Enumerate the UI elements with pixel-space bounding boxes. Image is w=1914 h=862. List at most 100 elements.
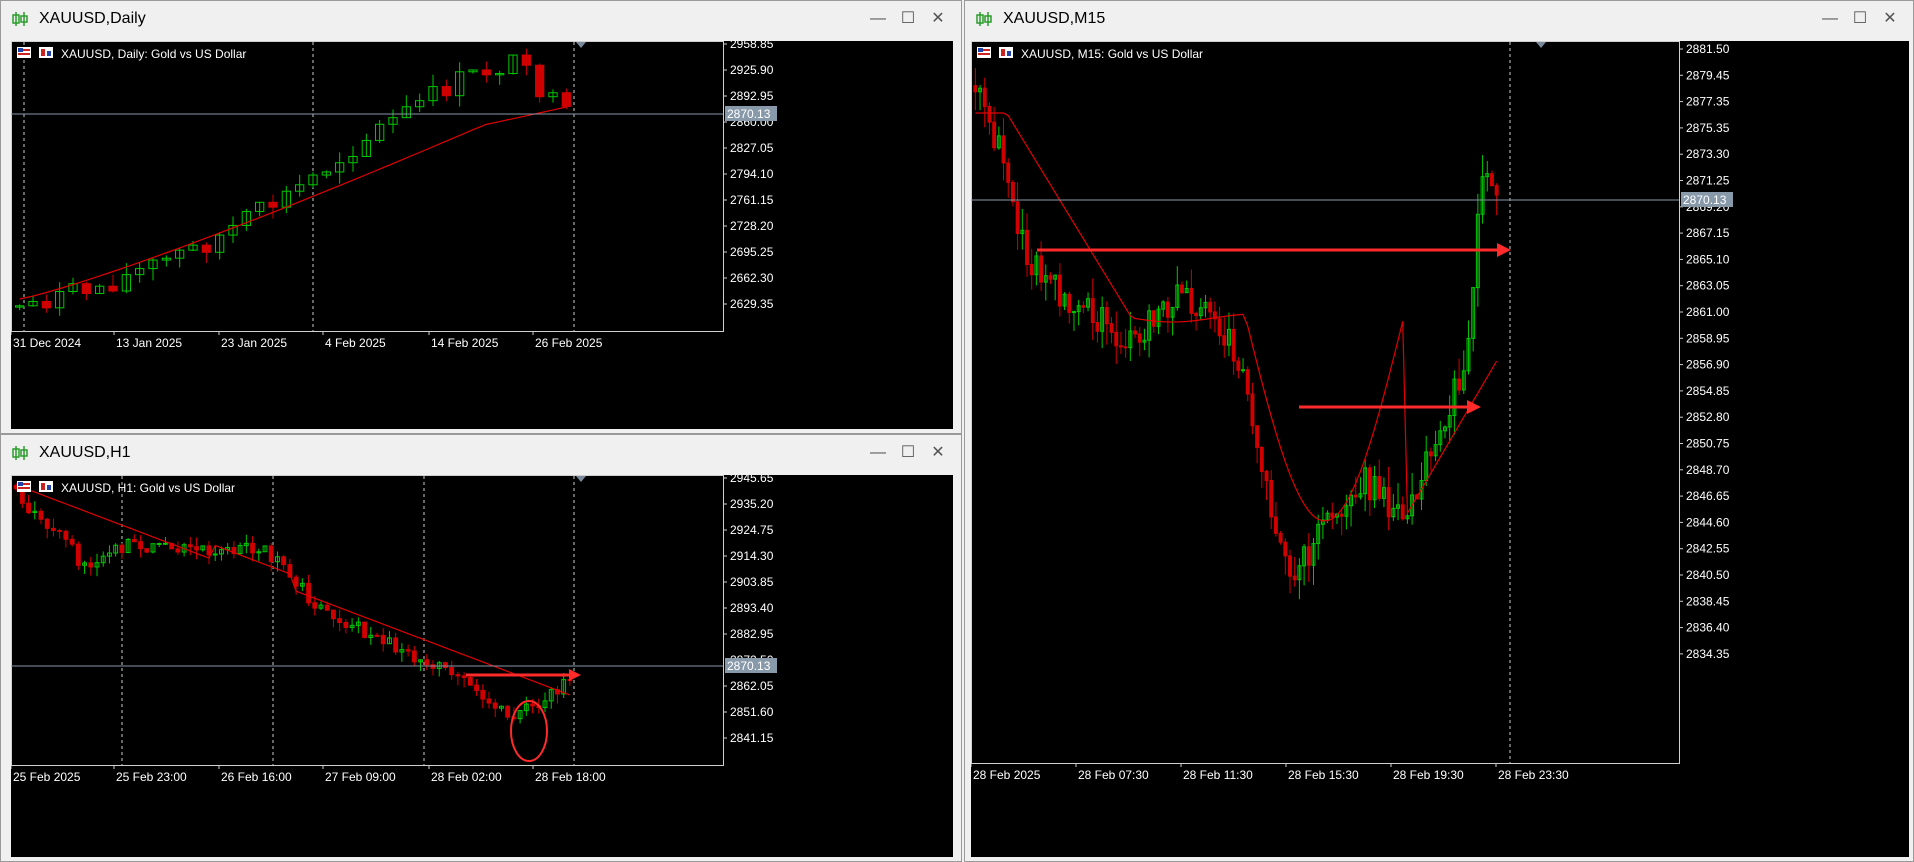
candle xyxy=(1273,501,1278,537)
x-axis-label: 26 Feb 2025 xyxy=(535,336,603,350)
candle xyxy=(455,62,465,107)
daily-chart-area[interactable]: XAUUSD, Daily: Gold vs US Dollar 2958.85 2… xyxy=(11,41,953,429)
candle xyxy=(1381,477,1386,508)
m15-chart-area[interactable]: XAUUSD, M15: Gold vs US Dollar 2881.50 287… xyxy=(971,41,1909,857)
candle xyxy=(119,543,125,560)
candle xyxy=(32,501,38,520)
y-axis-label: 2865.10 xyxy=(1686,252,1730,266)
candle xyxy=(1391,494,1396,521)
candle xyxy=(561,673,567,699)
flag-canton xyxy=(978,48,983,52)
x-axis-label: 25 Feb 23:00 xyxy=(116,770,187,784)
candle xyxy=(262,545,268,553)
candle xyxy=(94,553,100,577)
close-icon[interactable]: ✕ xyxy=(1879,9,1901,29)
candle xyxy=(1198,298,1203,321)
minimize-icon[interactable]: — xyxy=(1819,9,1841,29)
chart-symbol-label: XAUUSD, M15: Gold vs US Dollar xyxy=(1021,47,1203,61)
x-axis-label: 28 Feb 19:30 xyxy=(1393,768,1464,782)
y-axis-label: 2852.80 xyxy=(1686,410,1730,424)
candle xyxy=(1100,296,1105,349)
candle xyxy=(1226,312,1231,357)
candle xyxy=(237,542,243,555)
close-icon[interactable]: ✕ xyxy=(927,9,949,29)
y-axis-label: 2844.60 xyxy=(1686,515,1730,529)
daily-chart-window[interactable]: XAUUSD,Daily — ☐ ✕ XAUUSD, Daily: Gold v… xyxy=(0,0,962,434)
candle xyxy=(308,171,318,188)
candle xyxy=(499,705,504,712)
flag-stripe xyxy=(18,487,30,489)
candle xyxy=(1438,420,1443,452)
candle xyxy=(268,194,278,219)
candle xyxy=(982,77,987,128)
candle xyxy=(1123,328,1128,358)
candle xyxy=(337,609,343,632)
window-titlebar[interactable]: XAUUSD,Daily — ☐ ✕ xyxy=(1,1,961,37)
candle xyxy=(1269,470,1274,529)
candle xyxy=(194,537,199,560)
candle xyxy=(361,133,371,157)
candle xyxy=(1236,356,1241,379)
y-axis-label: 2856.90 xyxy=(1686,358,1730,372)
candle xyxy=(38,508,44,525)
maximize-icon[interactable]: ☐ xyxy=(897,443,919,463)
price-tag-label: 2870.13 xyxy=(1683,193,1727,207)
minimize-icon[interactable]: — xyxy=(867,9,889,29)
candle xyxy=(449,660,455,680)
candle xyxy=(321,170,331,179)
h1-price-chart[interactable]: XAUUSD, H1: Gold vs US Dollar 2945.65 2935… xyxy=(11,475,953,857)
chart-icon-bar xyxy=(1001,49,1005,56)
candle xyxy=(1377,459,1382,502)
flag-canton xyxy=(18,482,23,486)
candle xyxy=(348,146,358,172)
candle xyxy=(430,659,436,676)
candle xyxy=(505,704,511,721)
candle xyxy=(1165,296,1170,333)
y-axis-label: 2893.40 xyxy=(730,601,774,615)
shift-marker xyxy=(1536,42,1546,48)
minimize-icon[interactable]: — xyxy=(867,443,889,463)
candle xyxy=(69,535,75,547)
candle xyxy=(1048,272,1053,284)
candle xyxy=(480,684,486,709)
candle xyxy=(996,126,1001,150)
candle xyxy=(521,48,531,76)
candle xyxy=(281,555,287,570)
m15-price-chart[interactable]: XAUUSD, M15: Gold vs US Dollar 2881.50 287… xyxy=(971,41,1909,857)
candle xyxy=(1104,301,1109,345)
candle xyxy=(1086,292,1091,312)
candle xyxy=(250,536,255,562)
m15-chart-window[interactable]: XAUUSD,M15 — ☐ ✕ XAUUSD, M15: Gold vs US… xyxy=(964,0,1914,862)
shift-marker xyxy=(576,42,586,48)
candle xyxy=(495,70,505,85)
close-icon[interactable]: ✕ xyxy=(927,443,949,463)
candle xyxy=(1128,311,1133,361)
h1-chart-window[interactable]: XAUUSD,H1 — ☐ ✕ XAUUSD, H1: Gold vs US D… xyxy=(0,434,962,862)
y-axis-label: 2935.20 xyxy=(730,497,774,511)
candle xyxy=(1494,183,1499,216)
window-titlebar[interactable]: XAUUSD,H1 — ☐ ✕ xyxy=(1,435,961,471)
candle xyxy=(481,61,491,83)
window-title: XAUUSD,H1 xyxy=(39,444,131,461)
x-axis-label: 14 Feb 2025 xyxy=(431,336,499,350)
candle xyxy=(57,528,63,539)
candle xyxy=(1316,514,1321,560)
daily-price-chart[interactable]: XAUUSD, Daily: Gold vs US Dollar 2958.85 2… xyxy=(11,41,953,429)
candle xyxy=(411,645,417,666)
candle xyxy=(405,644,411,657)
maximize-icon[interactable]: ☐ xyxy=(1849,9,1871,29)
candle xyxy=(1090,278,1095,341)
candle xyxy=(1010,179,1015,207)
h1-chart-area[interactable]: XAUUSD, H1: Gold vs US Dollar 2945.65 2935… xyxy=(11,475,953,857)
candle xyxy=(1443,425,1447,439)
window-titlebar[interactable]: XAUUSD,M15 — ☐ ✕ xyxy=(965,1,1913,37)
price-tag-label: 2870.13 xyxy=(727,659,771,673)
candle xyxy=(1025,213,1029,277)
y-axis-label: 2841.15 xyxy=(730,731,774,745)
candle xyxy=(82,560,87,574)
candle xyxy=(1208,297,1213,329)
maximize-icon[interactable]: ☐ xyxy=(897,9,919,29)
candle xyxy=(1471,287,1476,352)
candle xyxy=(492,698,498,718)
candle xyxy=(441,79,451,102)
